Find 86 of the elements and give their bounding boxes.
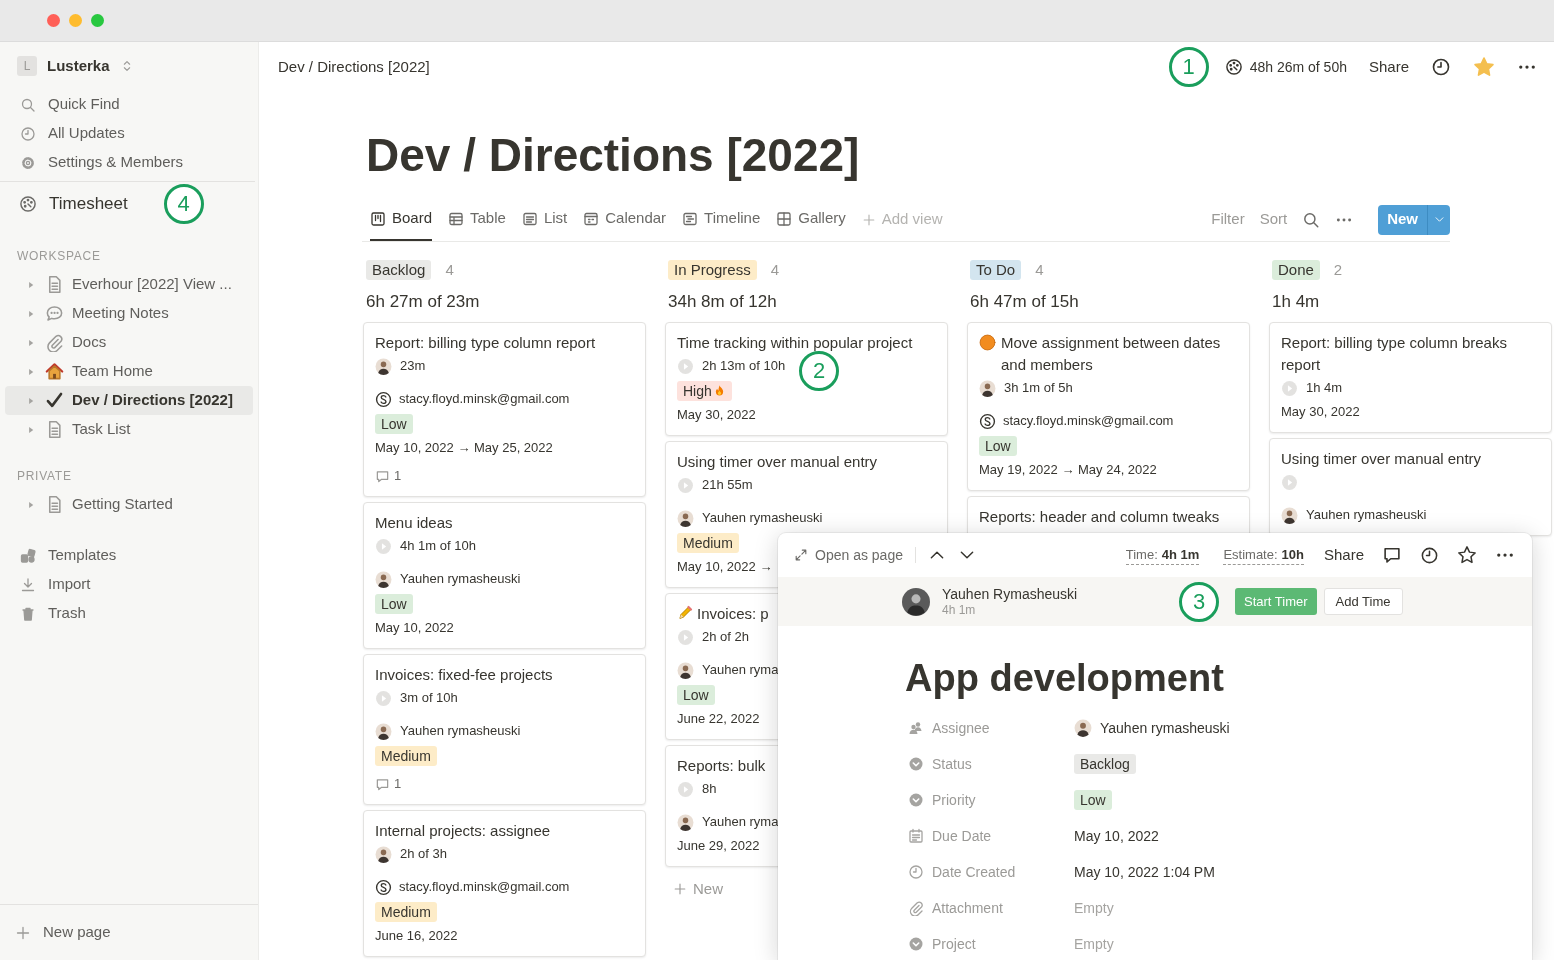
section-heading: PRIVATE <box>17 468 72 485</box>
card-title: Menu ideas <box>375 513 453 533</box>
callout-number: 3 <box>1179 581 1219 622</box>
callout-number: 4 <box>163 184 204 224</box>
tag: Low <box>375 413 413 434</box>
tag: High <box>677 380 732 401</box>
card-title: Report: billing type column breaks report <box>1281 333 1508 375</box>
property-label: Status <box>932 754 972 774</box>
comment-count: 1 <box>394 467 402 486</box>
card-title: Invoices: p <box>697 604 769 624</box>
time-tracked: 23m <box>400 357 426 376</box>
card-date: May 19, 2022 → May 24, 2022 <box>979 461 1157 480</box>
card-title: Invoices: fixed-fee projects <box>375 665 553 685</box>
assignee-email: stacy.floyd.minsk@gmail.com <box>399 878 570 897</box>
card-date: June 22, 2022 <box>677 710 760 729</box>
page-title: Dev / Directions [2022] <box>365 128 861 183</box>
property-label: Date Created <box>932 862 1016 882</box>
card-count: 4 <box>770 259 780 280</box>
assignee-name: Yauhen rymasheuski <box>1306 506 1427 525</box>
card-date: June 29, 2022 <box>677 837 760 856</box>
card-title: Internal projects: assignee <box>375 821 551 841</box>
card-title: Reports: bulk <box>677 756 766 776</box>
time-tracked: 2h of 3h <box>400 845 447 864</box>
time-tracked: 3h 1m of 5h <box>1004 379 1073 398</box>
card-title: Using timer over manual entry <box>1281 449 1482 469</box>
time-total: 48h 26m of 50h <box>1249 57 1347 77</box>
card-title: Reports: header and column tweaks <box>979 507 1220 527</box>
assignee-email: stacy.floyd.minsk@gmail.com <box>399 390 570 409</box>
section-heading: WORKSPACE <box>17 248 101 265</box>
tag: Medium <box>375 901 437 922</box>
tag: Low <box>375 593 413 614</box>
card-title: Move assignment between dates and members <box>1001 333 1222 375</box>
time-tracked: 4h 1m of 10h <box>400 537 476 556</box>
column-total-time: 34h 8m of 12h <box>668 291 777 314</box>
comment-count: 1 <box>394 775 402 794</box>
property-value: Yauhen rymasheuski <box>1100 718 1230 738</box>
card-count: 4 <box>445 259 454 280</box>
card-date: May 10, 2022 → <box>677 558 773 577</box>
tag: Backlog <box>1074 754 1136 774</box>
card-date: May 10, 2022 → May 25, 2022 <box>375 439 553 458</box>
property-label: Project <box>932 934 976 954</box>
property-label: Attachment <box>932 898 1003 918</box>
assignee-email: stacy.floyd.minsk@gmail.com <box>1003 412 1174 431</box>
callout-number: 1 <box>1168 47 1209 87</box>
time-tracked: 21h 55m <box>702 476 753 495</box>
column-total-time: 1h 4m <box>1272 291 1320 314</box>
assignee-name: Yauhen ryma <box>702 813 779 832</box>
tag: To Do <box>970 260 1022 280</box>
tag: Medium <box>677 532 739 553</box>
user-name: Yauhen Rymasheuski <box>942 585 1079 603</box>
card-title: Using timer over manual entry <box>677 452 878 472</box>
assignee-name: Yauhen rymasheuski <box>400 570 521 589</box>
time-tracked: 2h of 2h <box>702 628 749 647</box>
card-title: Report: billing type column report <box>375 333 596 353</box>
property-label: Priority <box>932 790 976 810</box>
card-date: June 16, 2022 <box>375 927 458 946</box>
column-total-time: 6h 27m of 23m <box>366 291 480 314</box>
tag: Low <box>1074 790 1112 810</box>
time-tracked: 8h <box>702 780 717 799</box>
tag: Low <box>979 435 1017 456</box>
assignee-name: Yauhen ryma <box>702 661 779 680</box>
card-date: May 30, 2022 <box>1281 403 1360 422</box>
time-tracked: 3m of 10h <box>400 689 458 708</box>
property-value: May 10, 2022 <box>1074 826 1159 846</box>
card-title: Time tracking within popular project <box>677 333 913 353</box>
assignee-name: Yauhen rymasheuski <box>702 509 823 528</box>
column-total-time: 6h 47m of 15h <box>970 291 1079 314</box>
callout-number: 2 <box>799 351 840 391</box>
tag: Low <box>677 684 715 705</box>
property-label: Due Date <box>932 826 992 846</box>
card-date: May 30, 2022 <box>677 406 756 425</box>
property-value: May 10, 2022 1:04 PM <box>1074 862 1215 882</box>
time-tracked: 2h 13m of 10h <box>702 357 786 376</box>
time-tracked: 1h 4m <box>1306 379 1343 398</box>
card-count: 2 <box>1333 259 1343 280</box>
tag: Medium <box>375 745 437 766</box>
tag: Done <box>1272 260 1320 280</box>
user-time: 4h 1m <box>942 602 977 618</box>
property-label: Assignee <box>932 718 990 738</box>
card-date: May 10, 2022 <box>375 619 454 638</box>
tag: Backlog <box>366 260 432 280</box>
task-title: App development <box>904 656 1225 701</box>
assignee-name: Yauhen rymasheuski <box>400 722 521 741</box>
workspace-badge: L <box>17 56 37 76</box>
tag: In Progress <box>668 260 757 280</box>
card-count: 4 <box>1035 259 1044 280</box>
